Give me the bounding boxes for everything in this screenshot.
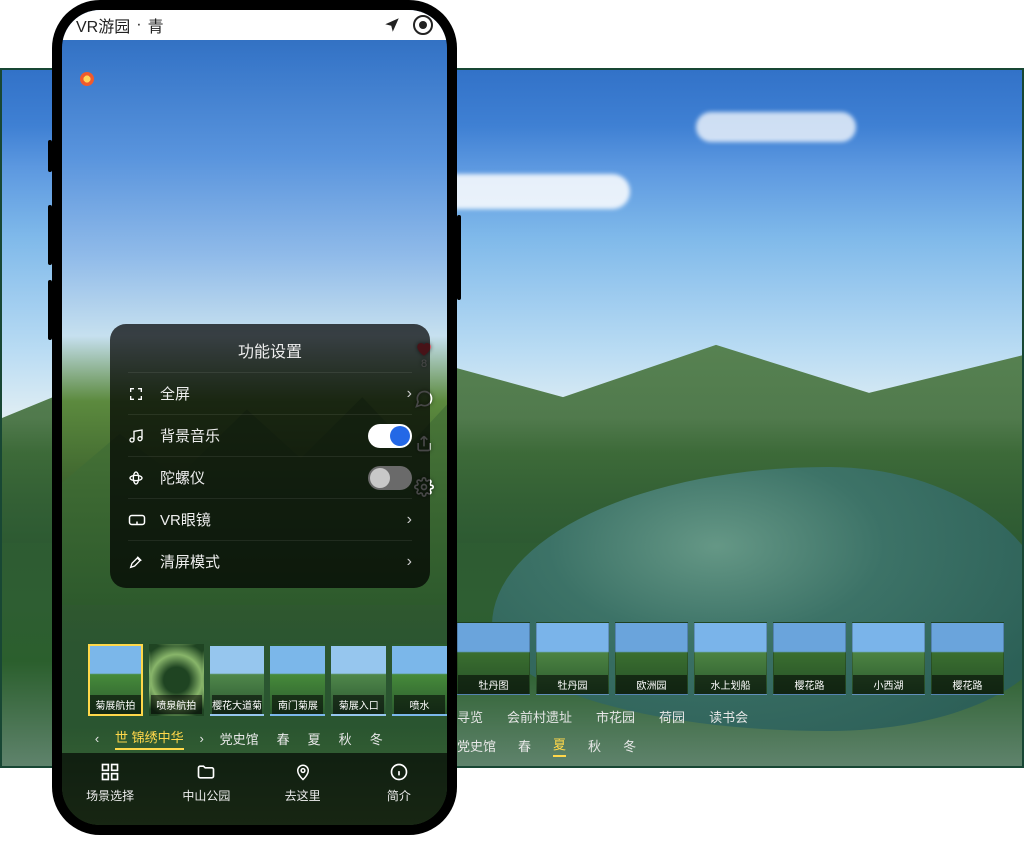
nav-intro[interactable]: 简介 — [351, 761, 447, 825]
fullscreen-icon — [128, 386, 150, 402]
settings-label: 陀螺仪 — [160, 467, 368, 488]
scene-thumbnail-label: 菊展入口 — [333, 695, 384, 714]
scene-thumbnail-label: 牡丹图 — [458, 675, 529, 694]
scene-thumbnail-label: 水上划船 — [695, 675, 766, 694]
nav-label: 场景选择 — [86, 787, 134, 804]
scene-thumbnail[interactable]: 菊展入口 — [331, 644, 386, 716]
settings-row-bgm[interactable]: 背景音乐 — [128, 414, 412, 456]
season-tab[interactable]: 春 — [518, 736, 531, 755]
pin-icon — [294, 761, 312, 783]
scene-thumbnail-label: 喷泉航拍 — [151, 695, 202, 714]
category-tab[interactable]: 市花园 — [596, 707, 635, 726]
season-tab[interactable]: 冬 — [370, 729, 383, 748]
tabs-prev-icon[interactable]: ‹ — [88, 731, 106, 746]
chevron-right-icon: › — [407, 511, 412, 529]
phone-bottom-nav: 场景选择 中山公园 去这里 简介 — [62, 753, 447, 825]
separator-dot: · — [136, 16, 141, 34]
grid-icon — [100, 761, 120, 783]
broom-icon — [128, 554, 150, 570]
vr-icon — [128, 513, 150, 527]
settings-row-gyro[interactable]: 陀螺仪 — [128, 456, 412, 498]
settings-title: 功能设置 — [128, 338, 412, 362]
settings-label: 全屏 — [160, 383, 407, 404]
sun-icon — [80, 72, 94, 86]
season-tab[interactable]: 党史馆 — [457, 736, 496, 755]
nav-label: 去这里 — [285, 787, 321, 804]
phone-side-button — [48, 280, 52, 340]
scene-thumbnail[interactable]: 喷水 — [392, 644, 447, 716]
scene-thumbnail-label: 欧洲园 — [616, 675, 687, 694]
nav-label: 中山公园 — [182, 787, 230, 804]
season-tab-active[interactable]: 夏 — [553, 734, 566, 757]
park-logo — [80, 72, 94, 86]
app-title-a: VR游园 — [76, 13, 130, 37]
phone-thumbnail-strip: 菊展航拍 喷泉航拍 樱花大道菊 南门菊展 菊展入口 喷水 — [88, 644, 447, 716]
scene-thumbnail[interactable]: 南门菊展 — [270, 644, 325, 716]
info-icon — [389, 761, 409, 783]
scene-thumbnail-label: 樱花路 — [932, 675, 1003, 694]
season-tab[interactable]: 秋 — [339, 729, 352, 748]
chevron-right-icon: › — [407, 385, 412, 403]
season-tab[interactable]: 冬 — [623, 736, 636, 755]
gyro-icon — [128, 470, 150, 486]
scene-thumbnail-active[interactable]: 菊展航拍 — [88, 644, 143, 716]
phone-season-tabs: ‹ 世 锦绣中华 › 党史馆 春 夏 秋 冬 — [88, 727, 429, 750]
scene-thumbnail[interactable]: 樱花路 — [773, 622, 846, 695]
scene-thumbnail-label: 樱花大道菊 — [212, 695, 263, 714]
settings-row-clear[interactable]: 清屏模式 › — [128, 540, 412, 582]
desktop-thumbnail-strip: 牡丹图 牡丹园 欧洲园 水上划船 樱花路 小西湖 樱花路 — [457, 622, 1004, 695]
bgm-toggle[interactable] — [368, 424, 412, 448]
scene-thumbnail-label: 菊展航拍 — [90, 695, 141, 714]
tabs-next-icon[interactable]: › — [193, 731, 211, 746]
scene-thumbnail[interactable]: 小西湖 — [852, 622, 925, 695]
settings-label: 清屏模式 — [160, 551, 407, 572]
season-tab[interactable]: 党史馆 — [220, 729, 259, 748]
category-tab[interactable]: 寻览 — [457, 707, 483, 726]
scene-thumbnail[interactable]: 水上划船 — [694, 622, 767, 695]
phone-side-button — [48, 140, 52, 172]
desktop-category-tabs: 寻览 会前村遗址 市花园 荷园 读书会 — [457, 707, 748, 726]
scene-thumbnail-label: 小西湖 — [853, 675, 924, 694]
cloud-decoration — [696, 112, 856, 142]
settings-row-fullscreen[interactable]: 全屏 › — [128, 372, 412, 414]
season-tab[interactable]: 春 — [277, 729, 290, 748]
location-arrow-icon[interactable] — [383, 16, 401, 34]
scene-thumbnail-label: 喷水 — [394, 695, 445, 714]
season-tab[interactable]: 夏 — [308, 729, 321, 748]
category-tab[interactable]: 荷园 — [659, 707, 685, 726]
phone-side-button — [457, 215, 461, 300]
desktop-season-tabs: 党史馆 春 夏 秋 冬 — [457, 734, 636, 757]
nav-label: 简介 — [387, 787, 411, 804]
target-icon[interactable] — [413, 15, 433, 35]
scene-thumbnail[interactable]: 樱花大道菊 — [210, 644, 265, 716]
music-icon — [128, 428, 150, 444]
nav-scene-select[interactable]: 场景选择 — [62, 761, 158, 825]
settings-label: VR眼镜 — [160, 509, 407, 530]
phone-side-button — [48, 205, 52, 265]
settings-label: 背景音乐 — [160, 425, 368, 446]
folder-icon — [196, 761, 216, 783]
category-tab[interactable]: 读书会 — [709, 707, 748, 726]
season-tab-active[interactable]: 世 锦绣中华 — [115, 727, 184, 750]
scene-thumbnail[interactable]: 牡丹图 — [457, 622, 530, 695]
scene-thumbnail-label: 牡丹园 — [537, 675, 608, 694]
settings-popover: 功能设置 全屏 › 背景音乐 陀螺仪 — [110, 324, 430, 588]
scene-thumbnail[interactable]: 欧洲园 — [615, 622, 688, 695]
phone-mockup: VR游园 · 青 8 — [52, 0, 457, 835]
settings-row-vr[interactable]: VR眼镜 › — [128, 498, 412, 540]
category-tab[interactable]: 会前村遗址 — [507, 707, 572, 726]
chevron-right-icon: › — [407, 553, 412, 571]
scene-thumbnail-label: 南门菊展 — [272, 695, 323, 714]
phone-screen: VR游园 · 青 8 — [62, 10, 447, 825]
scene-thumbnail[interactable]: 喷泉航拍 — [149, 644, 204, 716]
scene-thumbnail[interactable]: 牡丹园 — [536, 622, 609, 695]
gyro-toggle[interactable] — [368, 466, 412, 490]
app-title-b: 青 — [148, 13, 164, 37]
scene-thumbnail[interactable]: 樱花路 — [931, 622, 1004, 695]
season-tab[interactable]: 秋 — [588, 736, 601, 755]
scene-thumbnail-label: 樱花路 — [774, 675, 845, 694]
nav-go-here[interactable]: 去这里 — [255, 761, 351, 825]
nav-park[interactable]: 中山公园 — [158, 761, 254, 825]
status-bar: VR游园 · 青 — [62, 10, 447, 40]
